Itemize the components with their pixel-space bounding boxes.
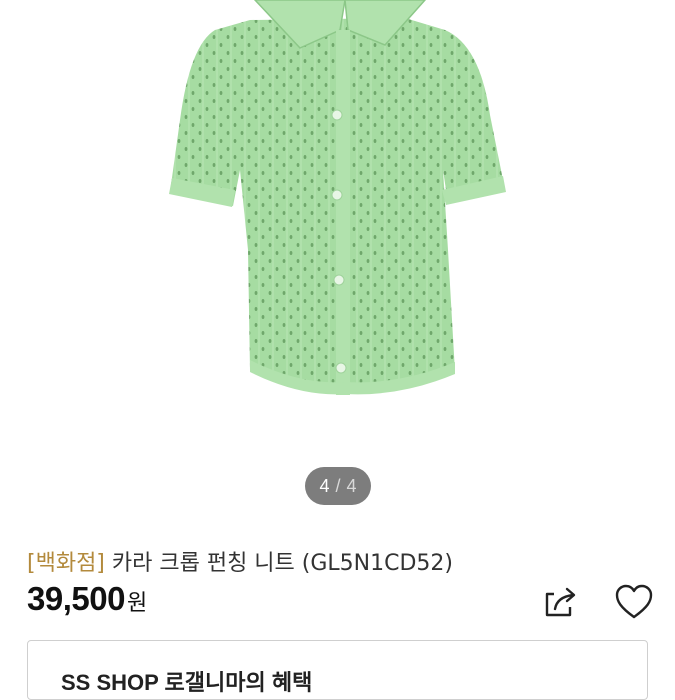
price-amount: 39,500 xyxy=(27,580,125,617)
wishlist-button[interactable] xyxy=(612,582,656,622)
pager-total: 4 xyxy=(346,475,357,496)
price-currency: 원 xyxy=(126,591,148,616)
heart-icon xyxy=(615,584,653,619)
share-button[interactable] xyxy=(540,582,580,622)
brand-tag[interactable]: [백화점] xyxy=(27,551,105,576)
product-title: [백화점] 카라 크롭 펀칭 니트 (GL5N1CD52) xyxy=(27,545,453,577)
product-name: 카라 크롭 펀칭 니트 (GL5N1CD52) xyxy=(111,551,454,576)
image-pager: 4 / 4 xyxy=(305,467,371,505)
share-icon xyxy=(545,587,576,617)
benefit-section[interactable]: SS SHOP 로갤니마의 혜택 xyxy=(27,640,648,700)
product-image[interactable] xyxy=(0,0,675,515)
pager-current: 4 xyxy=(319,475,330,496)
pager-separator: / xyxy=(335,475,341,496)
product-price: 39,500원 xyxy=(27,580,147,618)
benefit-label: SS SHOP 로갤니마의 혜택 xyxy=(61,670,313,695)
